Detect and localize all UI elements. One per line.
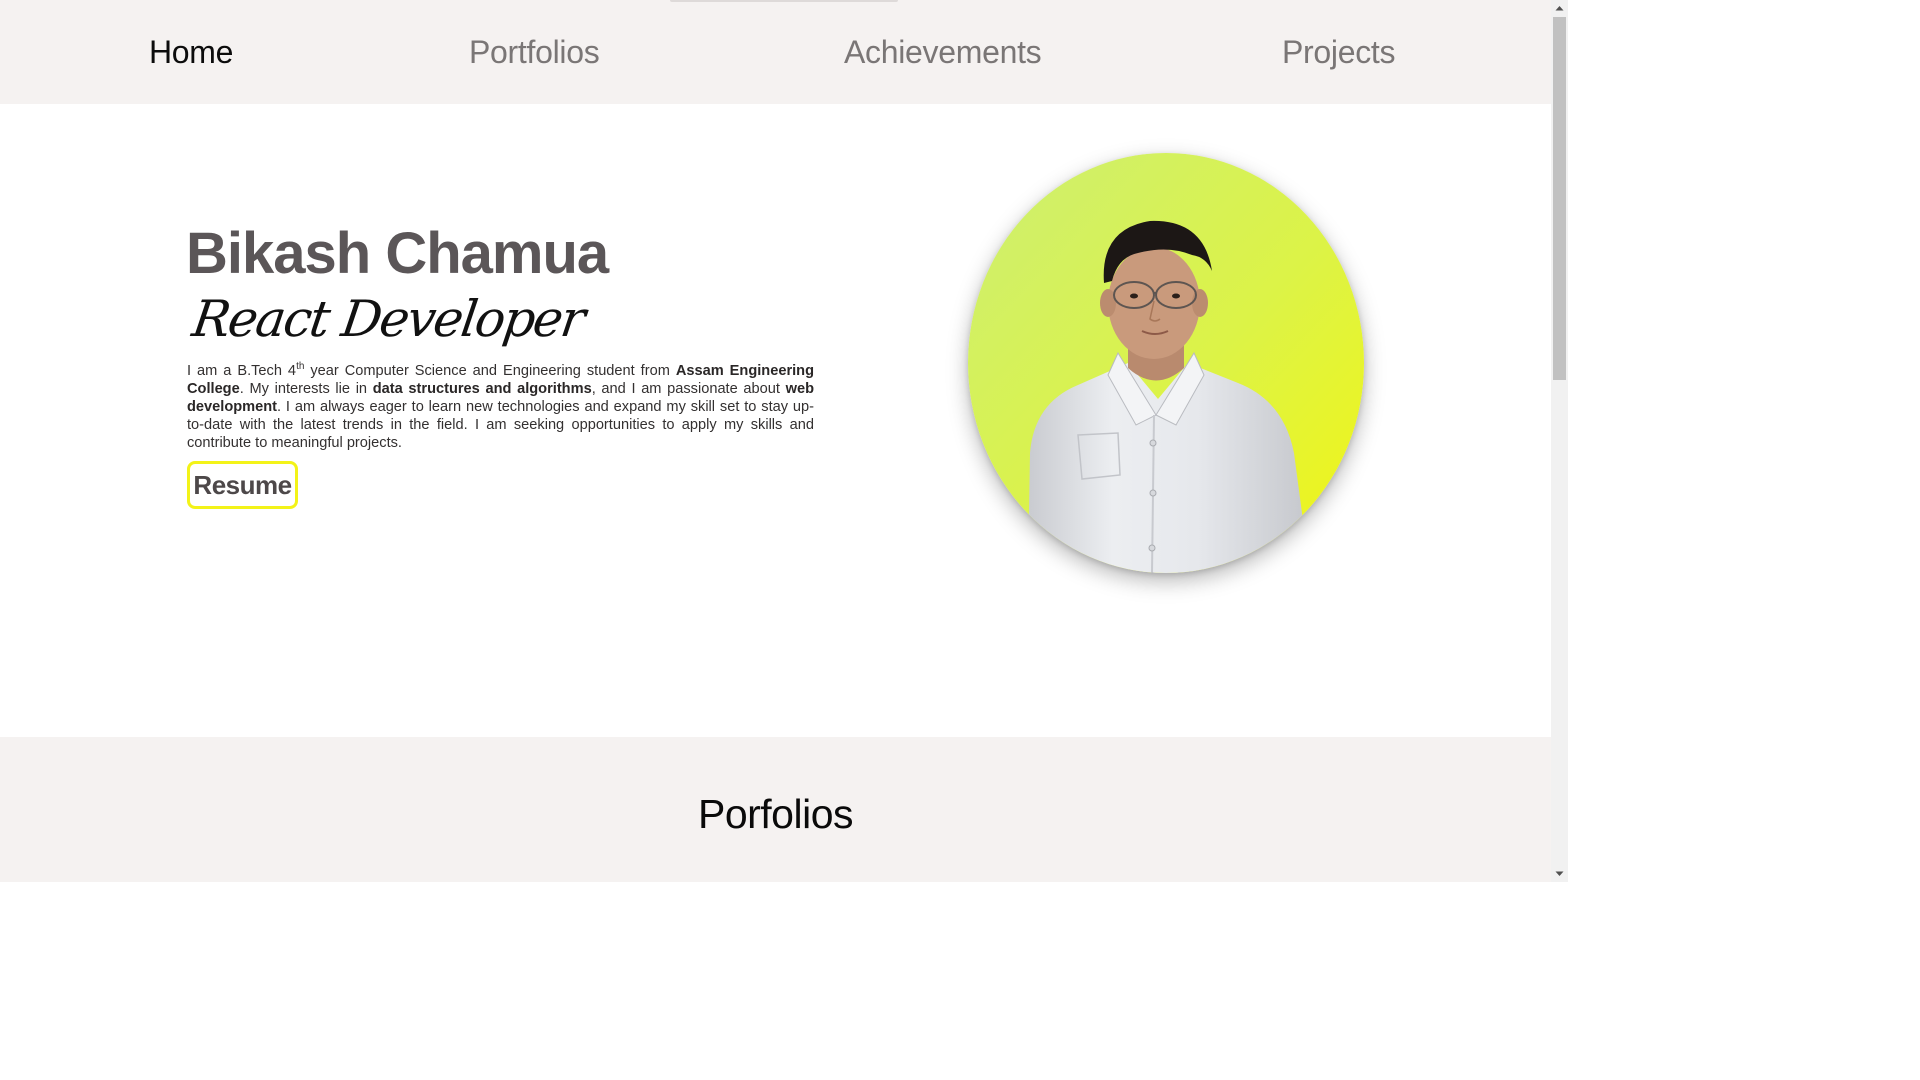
portfolio-heading: Porfolios [697,791,854,837]
bio-text: . My interests lie in [239,381,373,397]
nav-link-projects[interactable]: Projects [1282,30,1396,74]
navbar-top-shadow [670,0,898,2]
scrollbar-thumb[interactable] [1553,17,1566,380]
bio-text: , and I am passionate about [591,381,786,397]
triangle-down-icon[interactable] [1551,865,1568,882]
resume-button[interactable]: Resume [187,461,298,509]
vertical-scrollbar[interactable] [1551,0,1568,882]
main-viewport: Home Portfolios Achievements Projects Bi… [0,0,1551,882]
hero-bio: I am a B.Tech 4th year Computer Science … [187,362,814,452]
nav-link-achievements[interactable]: Achievements [844,30,1042,74]
hero-role: React Developer [188,290,588,348]
bio-text: I am a B.Tech 4 [187,363,297,379]
page: Home Portfolios Achievements Projects Bi… [0,0,1568,882]
nav-link-home[interactable]: Home [149,30,233,74]
nav-link-portfolios[interactable]: Portfolios [469,30,600,74]
top-navbar: Home Portfolios Achievements Projects [0,0,1551,104]
bio-text: year Computer Science and Engineering st… [304,363,676,379]
profile-photo [968,153,1364,573]
bio-interest: data structures and algorithms [372,381,592,397]
hero-name: Bikash Chamua [186,221,609,286]
bio-text: . I am always eager to learn new technol… [187,399,814,451]
triangle-up-icon[interactable] [1551,0,1568,17]
